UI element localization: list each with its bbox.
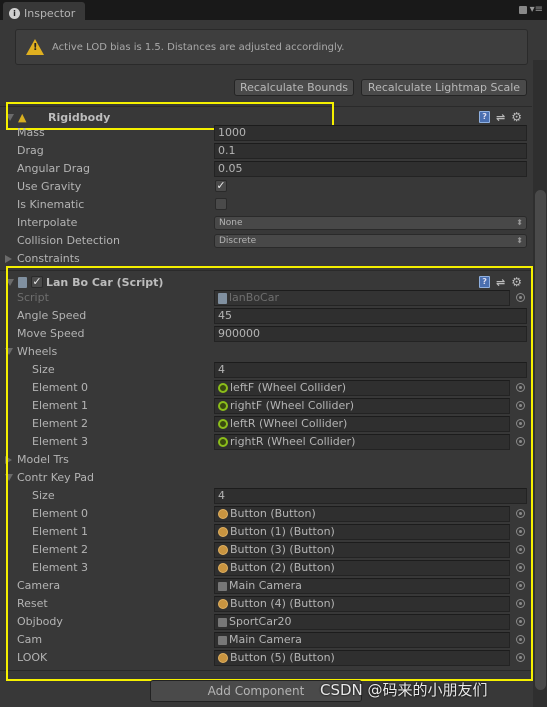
tab-bar: i Inspector ▾≡ xyxy=(0,0,547,21)
property-label: Mass xyxy=(17,126,45,139)
property-label[interactable]: Constraints xyxy=(17,252,80,265)
checkbox[interactable] xyxy=(215,198,227,210)
dropdown[interactable]: None xyxy=(214,216,527,230)
menu-icon[interactable]: ▾≡ xyxy=(530,4,543,15)
property-label: Collision Detection xyxy=(17,234,121,247)
recalculate-bounds-button[interactable]: Recalculate Bounds xyxy=(234,79,354,96)
property-label: Angular Drag xyxy=(17,162,90,175)
dropdown[interactable]: Discrete xyxy=(214,234,527,248)
property-label: Is Kinematic xyxy=(17,198,85,211)
help-book-icon[interactable]: ? xyxy=(479,111,491,123)
property-row: Drag 0.1 xyxy=(0,142,532,160)
property-row: Use Gravity ✓ xyxy=(0,178,532,196)
lock-icon[interactable] xyxy=(519,6,527,14)
checkbox[interactable]: ✓ xyxy=(215,180,227,192)
value-field[interactable]: 1000 xyxy=(214,125,527,141)
property-row: Is Kinematic xyxy=(0,196,532,214)
property-row: Mass 1000 xyxy=(0,124,532,142)
property-label: Drag xyxy=(17,144,44,157)
preset-icon[interactable]: ⇌ xyxy=(496,111,505,124)
help-box: Active LOD bias is 1.5. Distances are ad… xyxy=(15,29,528,65)
value-field[interactable]: 0.1 xyxy=(214,143,527,159)
highlight-box xyxy=(6,266,533,681)
warning-icon xyxy=(26,39,44,55)
value-field[interactable]: 0.05 xyxy=(214,161,527,177)
scrollbar-thumb[interactable] xyxy=(535,190,546,690)
foldout-arrow-icon[interactable] xyxy=(5,255,12,263)
info-icon: i xyxy=(9,7,20,19)
watermark: CSDN @码来的小朋友们 xyxy=(320,681,488,699)
tab-inspector[interactable]: i Inspector xyxy=(3,2,85,21)
property-row: Interpolate None xyxy=(0,214,532,232)
recalculate-lightmap-scale-button[interactable]: Recalculate Lightmap Scale xyxy=(361,79,527,96)
header-icons: ? ⇌ ⚙ xyxy=(479,110,522,124)
property-row: Angular Drag 0.05 xyxy=(0,160,532,178)
property-label: Interpolate xyxy=(17,216,78,229)
gear-icon[interactable]: ⚙ xyxy=(511,110,522,124)
property-row: Collision Detection Discrete xyxy=(0,232,532,250)
property-label: Use Gravity xyxy=(17,180,82,193)
help-message: Active LOD bias is 1.5. Distances are ad… xyxy=(52,41,345,53)
